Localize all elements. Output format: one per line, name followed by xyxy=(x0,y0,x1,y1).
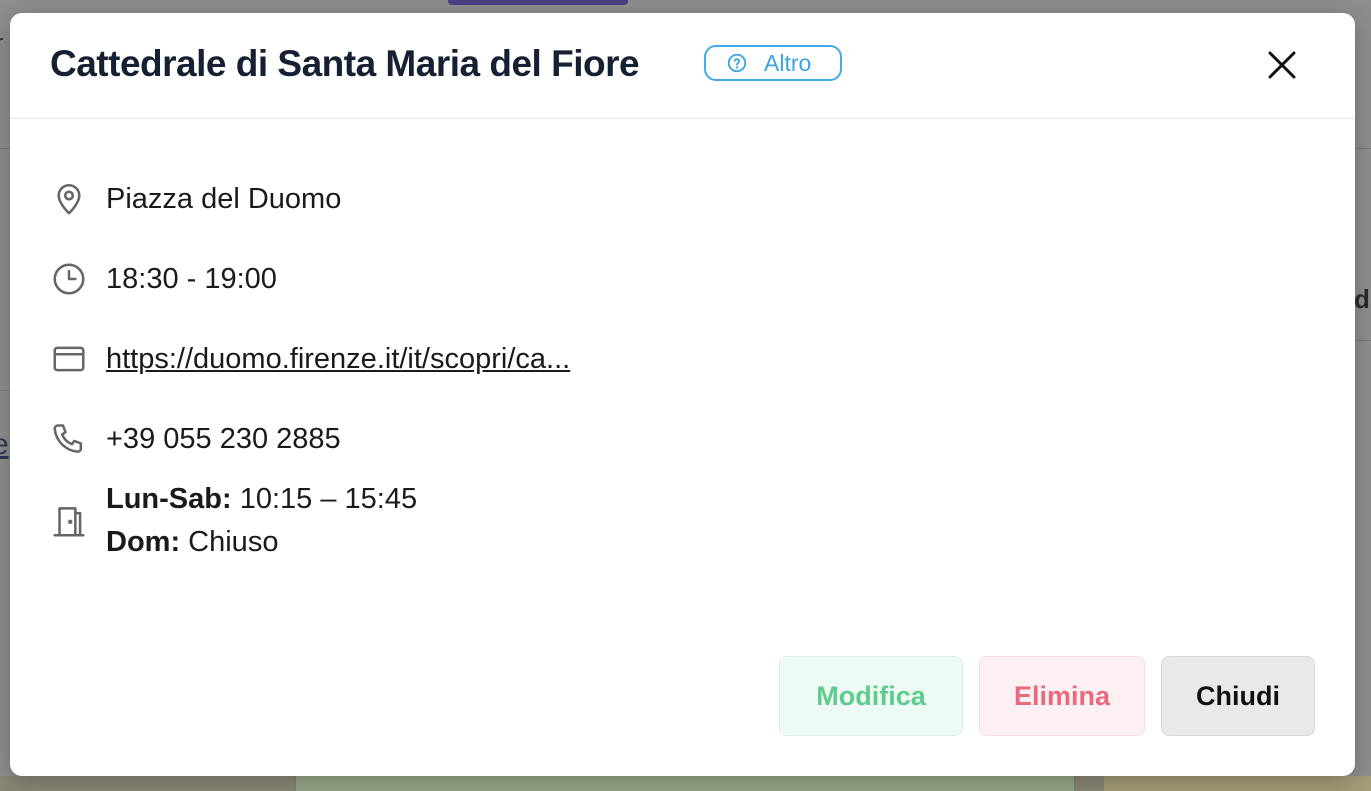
browser-window-icon xyxy=(50,339,90,379)
opening-hours-line: Lun-Sab: 10:15 – 15:45 xyxy=(106,483,417,516)
hours-value: Chiuso xyxy=(188,526,279,558)
category-label: Altro xyxy=(764,49,812,76)
phone-icon xyxy=(50,419,90,459)
background-divider xyxy=(1355,340,1371,341)
website-link[interactable]: https://duomo.firenze.it/it/scopri/ca... xyxy=(106,343,570,376)
category-badge: Altro xyxy=(704,45,842,81)
modal-header: Cattedrale di Santa Maria del Fiore Altr… xyxy=(10,13,1355,119)
time-text: 18:30 - 19:00 xyxy=(106,262,277,295)
background-card xyxy=(1104,776,1371,791)
close-button[interactable]: Chiudi xyxy=(1161,656,1315,736)
place-details-modal: Cattedrale di Santa Maria del Fiore Altr… xyxy=(10,13,1355,776)
door-icon xyxy=(50,501,90,541)
hours-day-label: Dom: xyxy=(106,526,181,558)
hours-value: 10:15 – 15:45 xyxy=(239,483,418,515)
background-text: di xyxy=(1354,284,1371,314)
time-row: 18:30 - 19:00 xyxy=(50,259,277,299)
opening-hours-row: Lun-Sab: 10:15 – 15:45 Dom: Chiuso xyxy=(50,483,417,559)
phone-text: +39 055 230 2885 xyxy=(106,422,341,455)
background-bottom-cards xyxy=(0,776,1371,791)
question-circle-icon xyxy=(727,53,747,73)
background-top-tab xyxy=(448,0,628,5)
background-divider xyxy=(1355,148,1371,149)
background-divider xyxy=(0,390,10,391)
modal-title: Cattedrale di Santa Maria del Fiore xyxy=(50,43,640,84)
edit-button[interactable]: Modifica xyxy=(779,656,963,736)
phone-row: +39 055 230 2885 xyxy=(50,419,341,459)
address-row: Piazza del Duomo xyxy=(50,179,341,219)
background-divider xyxy=(0,148,10,149)
background-link-text: e xyxy=(0,428,9,461)
address-text: Piazza del Duomo xyxy=(106,182,342,215)
website-row: https://duomo.firenze.it/it/scopri/ca... xyxy=(50,339,570,379)
background-card xyxy=(294,776,1076,791)
opening-hours-list: Lun-Sab: 10:15 – 15:45 Dom: Chiuso xyxy=(106,483,417,559)
delete-button[interactable]: Elimina xyxy=(979,656,1145,736)
close-icon xyxy=(1268,51,1296,79)
hours-day-label: Lun-Sab: xyxy=(106,483,232,515)
opening-hours-line: Dom: Chiuso xyxy=(106,526,417,559)
map-pin-icon xyxy=(50,179,90,219)
background-text: r xyxy=(0,30,3,56)
clock-icon xyxy=(50,259,90,299)
close-modal-button[interactable] xyxy=(1260,43,1304,87)
